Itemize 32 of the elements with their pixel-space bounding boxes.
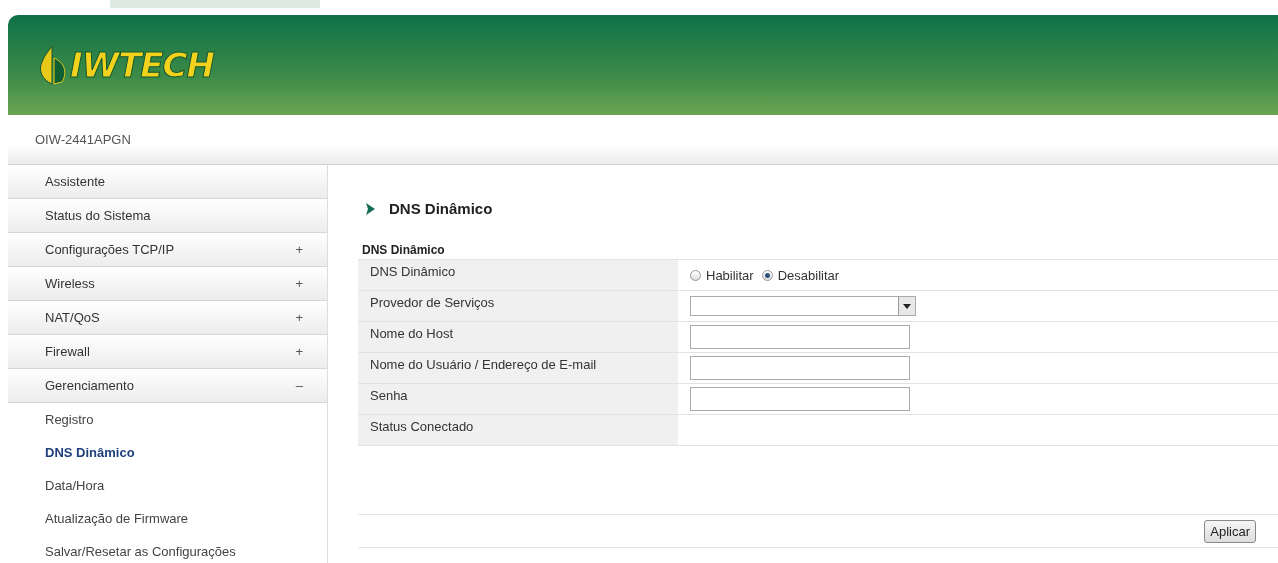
input-field[interactable]	[690, 356, 910, 380]
field-label: DNS Dinâmico	[358, 260, 678, 290]
leaf-logo-icon	[38, 44, 68, 86]
sidebar-subitem[interactable]: Salvar/Resetar as Configurações	[8, 535, 327, 563]
sidebar-subitem[interactable]: Registro	[8, 403, 327, 436]
expand-toggle[interactable]: +	[295, 276, 303, 291]
field-label: Nome do Host	[358, 322, 678, 352]
arrow-icon	[366, 202, 375, 215]
field-label: Nome do Usuário / Endereço de E-mail	[358, 353, 678, 383]
caret-icon[interactable]	[898, 297, 915, 315]
model-name: OIW-2441APGN	[35, 132, 131, 147]
radio-label: Desabilitar	[777, 267, 840, 283]
section-title: DNS Dinâmico	[362, 243, 446, 257]
sidebar-subitem[interactable]: Atualização de Firmware	[8, 502, 327, 535]
radio-button[interactable]	[690, 269, 701, 281]
page-title: DNS Dinâmico	[389, 200, 493, 217]
logo-text: IWTECH	[70, 45, 214, 85]
expand-toggle[interactable]: +	[295, 310, 303, 325]
field-label: Provedor de Serviços	[358, 291, 678, 321]
sidebar-subitem[interactable]: DNS Dinâmico	[8, 436, 327, 469]
expand-toggle[interactable]: +	[295, 344, 303, 359]
field-label: Senha	[358, 384, 678, 414]
apply-button[interactable]: Aplicar	[1204, 519, 1256, 543]
sidebar-subitem[interactable]: Data/Hora	[8, 469, 327, 502]
radio-label: Habilitar	[706, 267, 754, 283]
dropdown-field[interactable]	[690, 296, 916, 316]
input-field[interactable]	[690, 387, 910, 411]
field-label: Status Conectado	[358, 415, 678, 445]
radio-button[interactable]	[761, 269, 773, 281]
expand-toggle[interactable]: –	[295, 378, 303, 393]
expand-toggle[interactable]: +	[295, 242, 303, 257]
input-field[interactable]	[690, 325, 910, 349]
